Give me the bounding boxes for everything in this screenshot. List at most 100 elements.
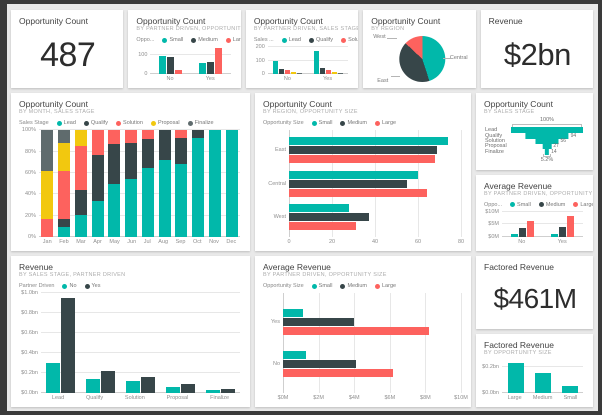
bar-no-solution[interactable] bbox=[126, 381, 140, 393]
bar-proposal-yes[interactable] bbox=[332, 72, 337, 74]
bar-small-east[interactable] bbox=[289, 137, 448, 145]
bar-yes-finalize[interactable] bbox=[221, 389, 235, 393]
legend-item-large[interactable]: Large bbox=[375, 283, 396, 289]
tile-revenue-kpi[interactable]: Revenue $2bn bbox=[481, 10, 593, 88]
legend-item-finalize[interactable]: Finalize bbox=[188, 120, 214, 126]
bar-medium-no[interactable] bbox=[519, 228, 526, 237]
bar-no-qualify[interactable] bbox=[86, 379, 100, 393]
legend-item-yes[interactable]: Yes bbox=[85, 283, 101, 289]
bar-lead-apr[interactable] bbox=[92, 201, 104, 237]
bar-lead-mar[interactable] bbox=[75, 215, 87, 237]
legend-item-large[interactable]: Large bbox=[375, 120, 396, 126]
funnel-bar-finalize[interactable] bbox=[545, 149, 549, 155]
bar-solution-jun[interactable] bbox=[125, 130, 137, 143]
bar-large-no[interactable] bbox=[283, 369, 393, 377]
legend-item-medium[interactable]: Medium bbox=[340, 283, 367, 289]
bar-yes-qualify[interactable] bbox=[101, 371, 115, 393]
bar-qualify-jun[interactable] bbox=[125, 143, 137, 179]
legend-item-large[interactable]: Large bbox=[573, 202, 593, 208]
bar-lead-jul[interactable] bbox=[142, 168, 154, 237]
tile-opp-count-region-size[interactable]: Opportunity Count BY REGION, OPPORTUNITY… bbox=[255, 93, 471, 251]
bar-lead-dec[interactable] bbox=[226, 130, 238, 237]
bar-solution-no[interactable] bbox=[285, 70, 290, 74]
bar-proposal-mar[interactable] bbox=[75, 130, 87, 146]
bar-qualify-may[interactable] bbox=[108, 144, 120, 183]
bar-small-no[interactable] bbox=[283, 351, 306, 359]
bar-lead-no[interactable] bbox=[273, 61, 278, 74]
tile-opp-count-partner-size[interactable]: Opportunity Count BY PARTNER DRIVEN, OPP… bbox=[128, 10, 240, 88]
bar-qualify-mar[interactable] bbox=[75, 190, 87, 215]
legend-item-small[interactable]: Small bbox=[312, 120, 333, 126]
tile-average-revenue-partner-size-col[interactable]: Average Revenue BY PARTNER DRIVEN, OPPOR… bbox=[476, 175, 593, 252]
bar-qualify-feb[interactable] bbox=[58, 219, 70, 228]
bar-medium-yes[interactable] bbox=[559, 227, 566, 237]
legend-item-no[interactable]: No bbox=[62, 283, 76, 289]
tile-average-revenue-partner-size-bar[interactable]: Average Revenue BY PARTNER DRIVEN, OPPOR… bbox=[255, 256, 471, 407]
bar-no-finalize[interactable] bbox=[206, 390, 220, 393]
bar-large-no[interactable] bbox=[175, 70, 182, 74]
bar-lead-feb[interactable] bbox=[58, 227, 70, 237]
bar-lead-sep[interactable] bbox=[175, 164, 187, 237]
legend-item-large[interactable]: Large bbox=[226, 37, 241, 43]
bar-small-yes[interactable] bbox=[551, 234, 558, 237]
legend-item-qualify[interactable]: Qualify bbox=[84, 120, 108, 126]
bar-large-central[interactable] bbox=[289, 189, 427, 197]
bar-solution-may[interactable] bbox=[108, 130, 120, 144]
bar-lead-oct[interactable] bbox=[192, 138, 204, 237]
bar-qualify-no[interactable] bbox=[279, 69, 284, 74]
legend-item-qualify[interactable]: Qualify bbox=[309, 37, 333, 43]
tile-opp-count-region-pie[interactable]: Opportunity Count BY REGION WestCentralE… bbox=[363, 10, 475, 88]
bar-medium-yes[interactable] bbox=[283, 318, 354, 326]
bar-medium-no[interactable] bbox=[167, 57, 174, 74]
bar-large-yes[interactable] bbox=[215, 48, 222, 74]
bar-finalize-jan[interactable] bbox=[41, 130, 53, 171]
bar-large-yes[interactable] bbox=[567, 216, 574, 237]
bar-qualify-oct[interactable] bbox=[192, 130, 204, 137]
bar-qualify-yes[interactable] bbox=[320, 68, 325, 74]
bar-solution-yes[interactable] bbox=[326, 70, 331, 74]
legend-item-solution[interactable]: Solution bbox=[116, 120, 143, 126]
bar-large-west[interactable] bbox=[289, 222, 356, 230]
legend-item-medium[interactable]: Medium bbox=[340, 120, 367, 126]
tile-revenue-stage-partner[interactable]: Revenue BY SALES STAGE, PARTNER DRIVEN P… bbox=[11, 256, 250, 407]
tile-opp-count-partner-stage[interactable]: Opportunity Count BY PARTNER DRIVEN, SAL… bbox=[246, 10, 358, 88]
bar-lead-aug[interactable] bbox=[159, 160, 171, 237]
bar-medium-central[interactable] bbox=[289, 180, 407, 188]
bar-medium-east[interactable] bbox=[289, 146, 437, 154]
bar-medium-no[interactable] bbox=[283, 360, 356, 368]
bar-large-no[interactable] bbox=[527, 221, 534, 237]
bar-solution-mar[interactable] bbox=[75, 146, 87, 190]
bar-qualify-aug[interactable] bbox=[159, 130, 171, 160]
bar-yes-lead[interactable] bbox=[61, 298, 75, 393]
bar-lead-may[interactable] bbox=[108, 184, 120, 237]
tile-factored-revenue-size[interactable]: Factored Revenue BY OPPORTUNITY SIZE $0.… bbox=[476, 334, 593, 407]
legend-item-small[interactable]: Small bbox=[312, 283, 333, 289]
bar-solution-jan[interactable] bbox=[41, 219, 53, 237]
bar-solution-apr[interactable] bbox=[92, 130, 104, 155]
bar-solution-jul[interactable] bbox=[142, 130, 154, 139]
bar-medium-yes[interactable] bbox=[207, 62, 214, 74]
bar-no-proposal[interactable] bbox=[166, 387, 180, 393]
bar-lead-jun[interactable] bbox=[125, 179, 137, 237]
bar-factored revenue-small[interactable] bbox=[562, 386, 578, 393]
bar-yes-solution[interactable] bbox=[141, 377, 155, 393]
bar-lead-nov[interactable] bbox=[209, 130, 221, 237]
bar-qualify-apr[interactable] bbox=[92, 155, 104, 201]
bar-proposal-jan[interactable] bbox=[41, 171, 53, 219]
legend-item-proposal[interactable]: Proposal bbox=[151, 120, 180, 126]
bar-qualify-jul[interactable] bbox=[142, 139, 154, 168]
legend-item-lead[interactable]: Lead bbox=[282, 37, 301, 43]
bar-proposal-no[interactable] bbox=[291, 72, 296, 74]
bar-large-yes[interactable] bbox=[283, 327, 429, 335]
bar-proposal-feb[interactable] bbox=[58, 143, 70, 171]
bar-factored revenue-large[interactable] bbox=[508, 363, 524, 393]
legend-item-small[interactable]: Small bbox=[162, 37, 183, 43]
legend-item-small[interactable]: Small bbox=[510, 202, 531, 208]
bar-small-yes[interactable] bbox=[283, 309, 303, 317]
bar-yes-proposal[interactable] bbox=[181, 384, 195, 393]
legend-item-medium[interactable]: Medium bbox=[539, 202, 566, 208]
bar-lead-yes[interactable] bbox=[314, 51, 319, 74]
bar-finalize-yes[interactable] bbox=[338, 73, 343, 74]
bar-small-no[interactable] bbox=[159, 56, 166, 74]
bar-small-central[interactable] bbox=[289, 171, 418, 179]
